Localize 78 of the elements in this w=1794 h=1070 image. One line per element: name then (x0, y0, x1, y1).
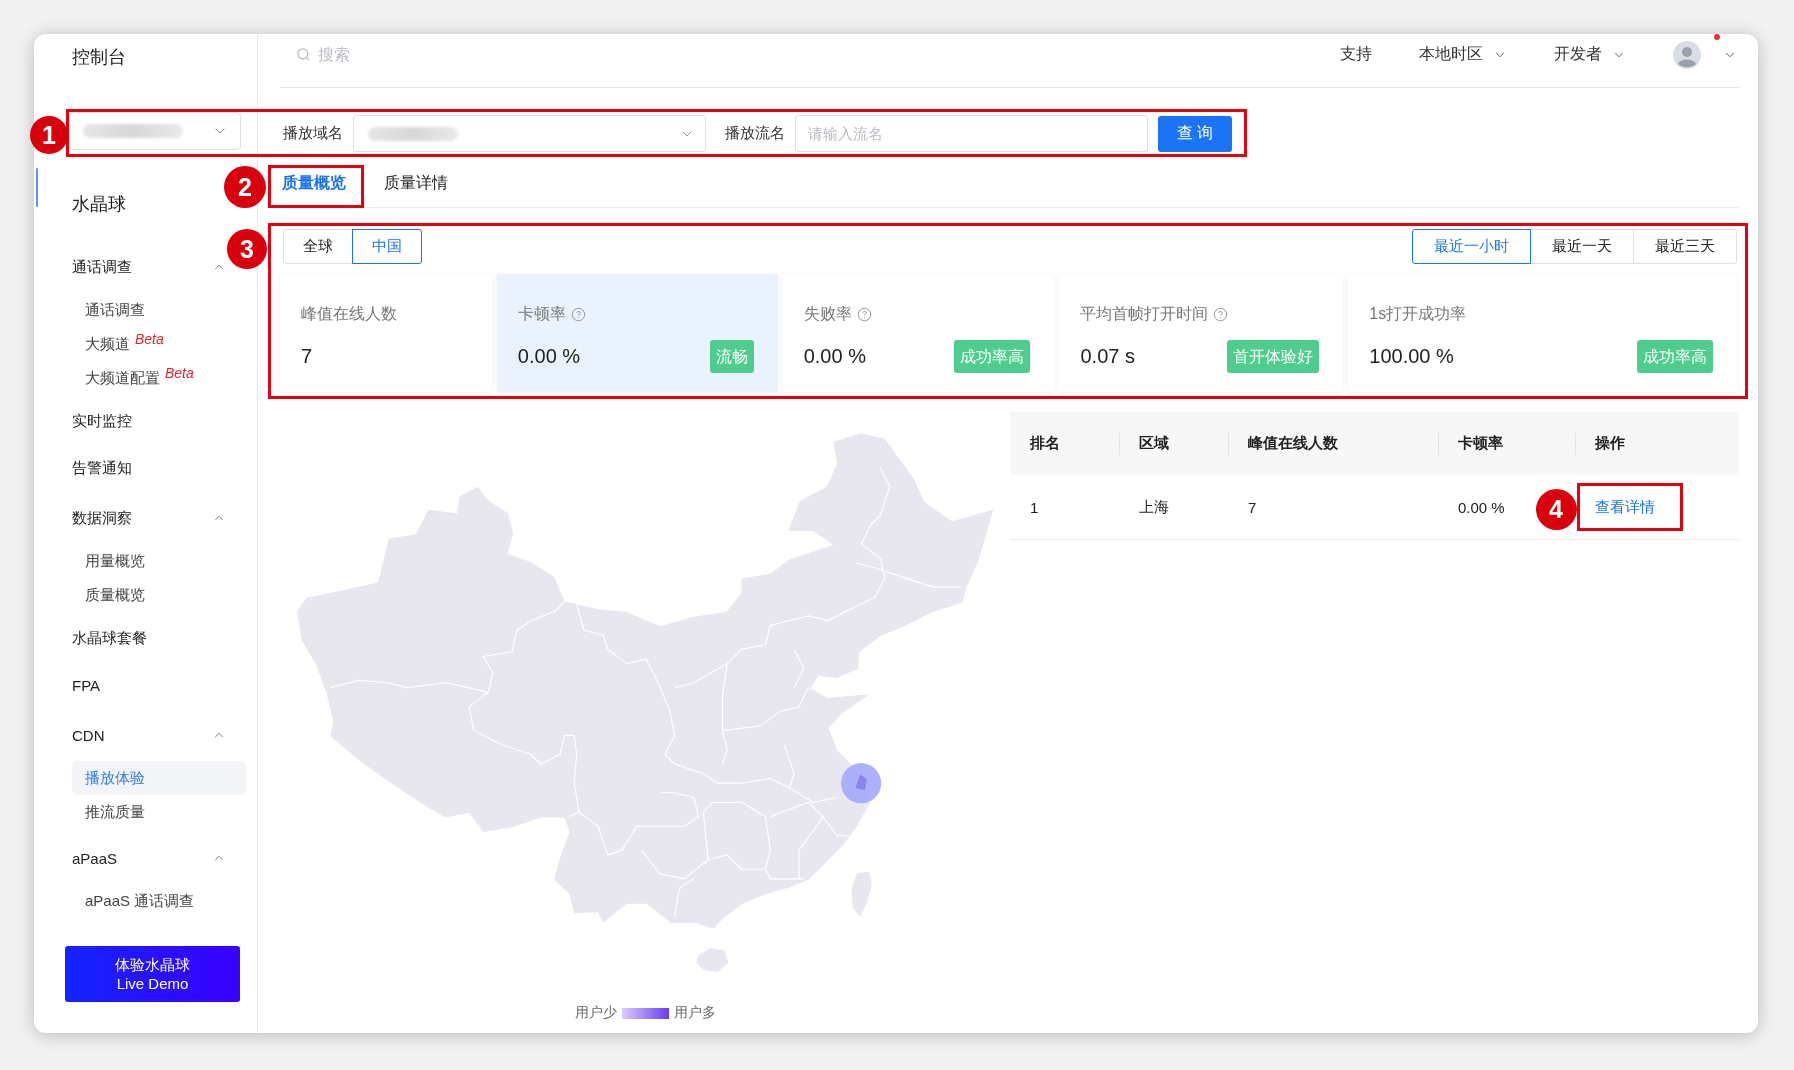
segment-button[interactable]: 中国 (352, 229, 422, 264)
field-label: 播放流名 (725, 124, 785, 143)
avatar-icon[interactable] (1673, 40, 1701, 69)
demo-button[interactable]: 体验水晶球 Live Demo (65, 946, 240, 1002)
column-header: 排名 (1029, 433, 1061, 453)
legend-label: 用户少 (574, 1004, 617, 1022)
console-title: 控制台 (72, 46, 126, 69)
column-header: 区域 (1119, 412, 1228, 475)
circle-marker-icon (841, 763, 882, 804)
metric-label: 平均首帧打开时间 (1080, 303, 1209, 324)
field-label: 播放域名 (283, 124, 343, 143)
table-cell: 上海 (1139, 497, 1169, 517)
beta-tag: Beta (165, 365, 194, 381)
status-tag: 首开体验好 (1227, 339, 1320, 373)
tab[interactable]: 质量详情 (384, 165, 448, 201)
domain-select[interactable] (353, 115, 706, 152)
nav-item[interactable]: 推流质量 (72, 795, 246, 829)
nav-group-header[interactable]: 通话调查 (34, 241, 226, 293)
metric-label: 峰值在线人数 (301, 303, 397, 324)
gradient-scale-bar (621, 1007, 669, 1019)
metric-value: 0.07 s (1080, 344, 1135, 368)
legend-label: 用户多 (673, 1004, 716, 1022)
column-header: 峰值在线人数 (1228, 412, 1438, 475)
view-details-link[interactable]: 查看详情 (1595, 497, 1655, 517)
nav-item[interactable]: 播放体验 (72, 761, 246, 795)
metric-card[interactable]: 平均首帧打开时间 0.07 s 首开体验好 (1059, 274, 1344, 392)
app-select[interactable] (69, 112, 241, 150)
nav-item[interactable]: 用量概览 (72, 544, 246, 578)
header-menu[interactable]: 支持 (1340, 40, 1372, 69)
metric-value: 0.00 % (803, 344, 866, 368)
header-menu[interactable]: 开发者 (1554, 40, 1626, 69)
metric-card[interactable]: 1s打开成功率 100.00 % 成功率高 (1348, 274, 1737, 392)
metric-value: 100.00 % (1369, 344, 1454, 368)
nav-item[interactable]: 实时监控 (34, 398, 257, 445)
segment-button[interactable]: 最近三天 (1633, 229, 1737, 264)
table-cell: 0.00 % (1458, 498, 1505, 516)
search-field[interactable]: 搜索 (318, 45, 418, 64)
active-indicator (36, 168, 38, 207)
segment-button[interactable]: 全球 (283, 229, 353, 264)
nav-item[interactable]: 质量概览 (72, 578, 246, 612)
status-tag: 成功率高 (1637, 339, 1713, 373)
table-cell: 7 (1248, 498, 1257, 516)
nav-item[interactable]: 大频道 Beta (72, 327, 246, 361)
nav-group-header[interactable]: CDN (34, 709, 226, 761)
nav-group-header[interactable]: 数据洞察 (34, 492, 226, 544)
metric-value: 7 (301, 344, 313, 368)
column-header: 卡顿率 (1438, 412, 1575, 475)
stream-input[interactable]: 请输入流名 (795, 115, 1148, 152)
metric-value: 0.00 % (517, 344, 581, 368)
product-title: 水晶球 (72, 193, 126, 216)
metric-card[interactable]: 卡顿率 0.00 % 流畅 (496, 274, 778, 392)
nav-item[interactable]: 大频道配置 Beta (72, 361, 246, 395)
step-number-badge: 2 (224, 166, 266, 208)
beta-tag: Beta (135, 331, 164, 347)
metric-card[interactable]: 失败率 0.00 % 成功率高 (782, 274, 1055, 392)
step-number-badge: 4 (1535, 488, 1577, 530)
tab[interactable]: 质量概览 (282, 165, 346, 201)
status-tag: 成功率高 (954, 339, 1031, 373)
metric-label: 失败率 (803, 303, 852, 324)
nav-group-header[interactable]: aPaaS (34, 832, 226, 884)
query-button[interactable]: 查 询 (1158, 115, 1232, 152)
metric-label: 卡顿率 (517, 303, 566, 324)
column-header: 操作 (1575, 412, 1739, 475)
nav-item[interactable]: 水晶球套餐 (34, 615, 257, 662)
nav-item[interactable]: 告警通知 (34, 445, 257, 492)
nav-item[interactable]: FPA (34, 662, 257, 709)
nav-item[interactable]: 通话调查 (72, 293, 246, 327)
segment-button[interactable]: 最近一天 (1530, 229, 1634, 264)
search-icon (296, 47, 311, 62)
step-number-badge: 1 (30, 116, 68, 154)
header-menu[interactable]: 本地时区 (1419, 40, 1507, 69)
segment-button[interactable]: 最近一小时 (1412, 229, 1531, 264)
metric-card[interactable]: 峰值在线人数 7 (280, 274, 492, 392)
status-tag: 流畅 (709, 339, 754, 373)
nav-item[interactable]: aPaaS 通话调查 (72, 884, 246, 918)
step-number-badge: 3 (227, 229, 267, 269)
metric-label: 1s打开成功率 (1369, 303, 1467, 324)
table-cell: 1 (1030, 498, 1039, 516)
